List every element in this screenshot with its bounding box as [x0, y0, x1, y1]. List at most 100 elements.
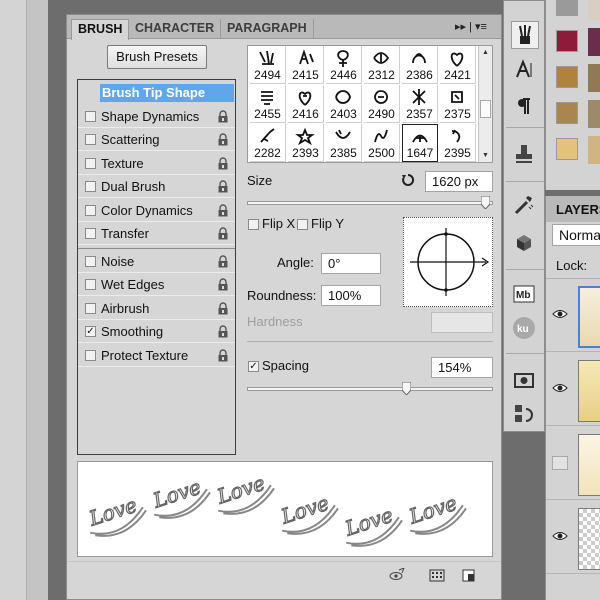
brush-tip-thumb[interactable]: 2282: [250, 124, 286, 162]
layer-thumbnail[interactable]: [578, 286, 600, 348]
lock-icon[interactable]: [217, 133, 229, 146]
layer-thumbnail[interactable]: [578, 434, 600, 496]
tab-layers[interactable]: LAYERS: [546, 196, 600, 222]
brush-option-noise[interactable]: Noise: [78, 251, 235, 273]
brush-tip-thumb[interactable]: 2393: [288, 124, 324, 162]
size-slider-handle[interactable]: [480, 196, 490, 209]
brush-option-texture[interactable]: Texture: [78, 153, 235, 175]
option-checkbox[interactable]: [85, 302, 96, 314]
brush-option-shape-dynamics[interactable]: Shape Dynamics: [78, 106, 235, 128]
brush-tip-thumb[interactable]: 2500: [364, 124, 400, 162]
tab-paragraph[interactable]: PARAGRAPH: [221, 19, 314, 39]
option-checkbox[interactable]: [85, 134, 96, 145]
scroll-down-icon[interactable]: ▼: [482, 152, 489, 159]
lock-icon[interactable]: [217, 227, 229, 240]
spacing-input[interactable]: 154%: [431, 357, 493, 378]
paragraph-panel-button[interactable]: [511, 93, 539, 121]
character-panel-button[interactable]: [511, 57, 539, 85]
tool-presets-button[interactable]: [511, 193, 539, 221]
layer-comps-button[interactable]: [511, 367, 539, 395]
spacing-slider-handle[interactable]: [401, 382, 411, 395]
style-swatch[interactable]: [588, 64, 600, 92]
option-checkbox[interactable]: [85, 228, 96, 239]
brush-tip-thumb[interactable]: 2357: [402, 85, 438, 123]
lock-icon[interactable]: [217, 325, 229, 338]
eye-icon[interactable]: [552, 382, 568, 394]
spacing-slider[interactable]: [247, 387, 493, 391]
kuler-button[interactable]: ku: [511, 315, 539, 343]
lock-icon[interactable]: [217, 156, 229, 170]
layer-row[interactable]: [546, 280, 600, 352]
roundness-input[interactable]: 100%: [321, 285, 381, 306]
option-checkbox[interactable]: [85, 157, 96, 169]
brush-option-airbrush[interactable]: Airbrush: [78, 298, 235, 320]
lock-icon[interactable]: [217, 348, 229, 362]
brush-tip-thumb[interactable]: 2421: [440, 46, 476, 84]
lock-icon[interactable]: [217, 203, 229, 217]
layer-row[interactable]: [546, 502, 600, 574]
brush-tip-thumb[interactable]: 2385: [326, 124, 362, 162]
option-checkbox[interactable]: [85, 204, 96, 216]
brush-tip-thumb[interactable]: 2490: [364, 85, 400, 123]
style-swatch[interactable]: [556, 0, 578, 16]
style-swatch[interactable]: [588, 136, 600, 164]
style-swatch-row[interactable]: [546, 134, 600, 166]
eye-icon[interactable]: [552, 530, 568, 542]
new-brush-icon[interactable]: [461, 568, 477, 582]
layer-row[interactable]: [546, 428, 600, 500]
clone-source-panel-button[interactable]: [511, 141, 539, 169]
option-checkbox[interactable]: ✓: [85, 326, 96, 337]
tab-character[interactable]: CHARACTER: [129, 19, 222, 39]
brush-tip-thumb[interactable]: 2312: [364, 46, 400, 84]
angle-roundness-preview[interactable]: [403, 217, 493, 307]
style-swatch-row[interactable]: [546, 62, 600, 94]
brush-tip-thumb[interactable]: 2415: [288, 46, 324, 84]
brush-tip-thumb[interactable]: 2386: [402, 46, 438, 84]
brush-tip-thumb[interactable]: 2416: [288, 85, 324, 123]
brush-tip-scrollbar[interactable]: ▲ ▼: [478, 46, 492, 162]
mini-bridge-button[interactable]: Mb: [511, 281, 539, 309]
lock-icon[interactable]: [217, 254, 229, 268]
style-swatch[interactable]: [556, 66, 578, 88]
style-swatch-row[interactable]: [546, 0, 600, 22]
option-checkbox[interactable]: [85, 110, 96, 122]
option-checkbox[interactable]: [85, 181, 96, 192]
brush-option-transfer[interactable]: Transfer: [78, 223, 235, 245]
brush-option-color-dynamics[interactable]: Color Dynamics: [78, 200, 235, 222]
option-checkbox[interactable]: [85, 349, 96, 361]
brush-tip-thumb[interactable]: 1647: [402, 124, 438, 162]
toggle-live-tip-preview-icon[interactable]: [389, 568, 405, 582]
brush-option-brush-tip-shape[interactable]: Brush Tip Shape: [78, 82, 235, 104]
brush-grid-icon[interactable]: [429, 568, 445, 582]
angle-input[interactable]: 0°: [321, 253, 381, 274]
size-slider[interactable]: [247, 201, 493, 205]
style-swatch[interactable]: [588, 100, 600, 128]
brush-option-smoothing[interactable]: ✓ Smoothing: [78, 321, 235, 343]
brush-panel-button[interactable]: [511, 21, 539, 49]
style-swatch[interactable]: [588, 0, 600, 20]
flip-y-checkbox[interactable]: [297, 219, 308, 230]
option-checkbox[interactable]: [85, 279, 96, 290]
style-swatch[interactable]: [588, 28, 600, 56]
style-swatch-row[interactable]: [546, 98, 600, 130]
brush-option-dual-brush[interactable]: Dual Brush: [78, 176, 235, 198]
eye-icon[interactable]: [552, 308, 568, 320]
size-input[interactable]: 1620 px: [425, 171, 493, 192]
flip-x-checkbox[interactable]: [248, 219, 259, 230]
lock-icon[interactable]: [217, 109, 229, 123]
brush-tip-thumb[interactable]: 2446: [326, 46, 362, 84]
layer-row[interactable]: [546, 354, 600, 426]
brush-tip-thumb[interactable]: 2403: [326, 85, 362, 123]
style-swatch[interactable]: [556, 138, 578, 160]
spacing-checkbox[interactable]: ✓: [248, 361, 259, 372]
style-swatch[interactable]: [556, 30, 578, 52]
tab-brush[interactable]: BRUSH: [71, 19, 130, 40]
lock-icon[interactable]: [217, 278, 229, 291]
lock-icon[interactable]: [217, 301, 229, 315]
angle-crosshair-icon[interactable]: [404, 218, 492, 306]
brush-option-wet-edges[interactable]: Wet Edges: [78, 274, 235, 296]
style-swatch[interactable]: [556, 102, 578, 124]
blend-mode-select[interactable]: Normal: [552, 224, 600, 246]
brush-tip-thumb[interactable]: 2375: [440, 85, 476, 123]
style-swatch-row[interactable]: [546, 26, 600, 58]
